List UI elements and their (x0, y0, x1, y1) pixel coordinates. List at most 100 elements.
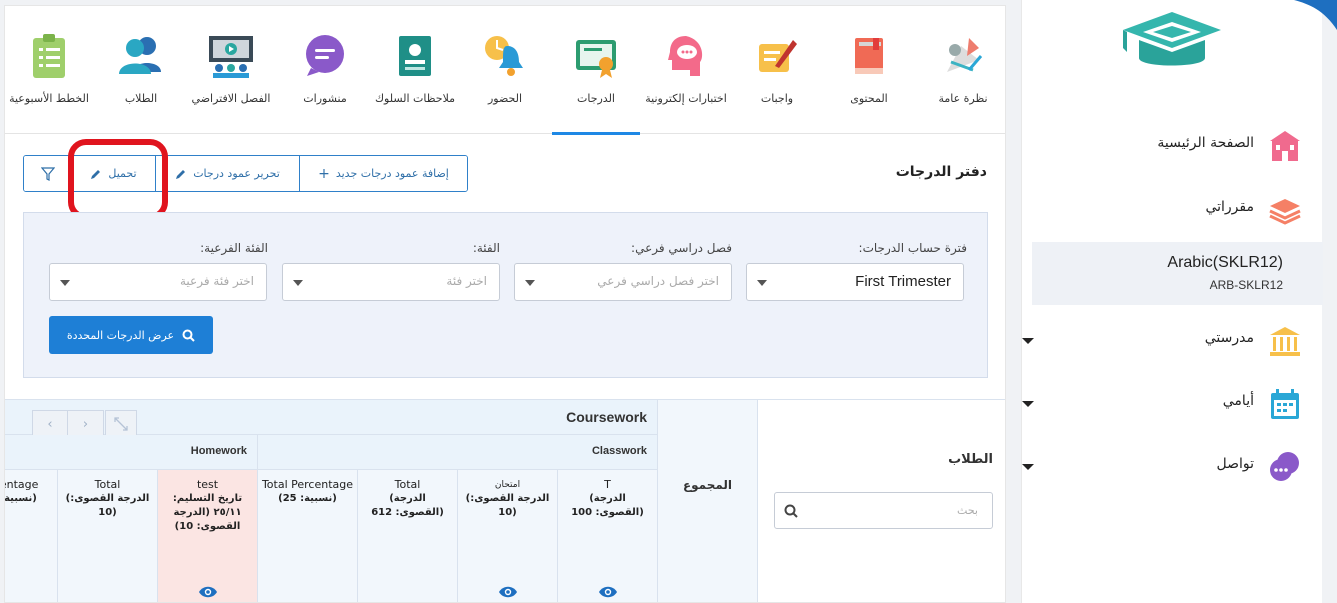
assignment-icon (759, 40, 797, 72)
course-nav: نظرة عامة المحتوى واجبات اختبارات إلكترو… (5, 6, 1005, 135)
grade-column-total-percentage[interactable]: Total Percentage (نسبية: 25) (258, 470, 358, 602)
expand-button[interactable] (105, 410, 137, 438)
subterm-label: فصل دراسي فرعي: (631, 241, 732, 255)
overview-icon (947, 38, 983, 72)
eye-icon[interactable] (598, 585, 618, 599)
subcategory-placeholder: اختر فئة فرعية (180, 274, 254, 288)
caret-down-icon (60, 280, 70, 286)
show-selected-grades-button[interactable]: عرض الدرجات المحددة (49, 316, 213, 354)
quiz-icon (668, 36, 703, 76)
grade-column-t[interactable]: T (الدرجة القصوى: 100) (558, 470, 658, 602)
page-title: دفتر الدرجات (895, 164, 987, 180)
nav-assignments[interactable]: واجبات (733, 6, 821, 134)
eye-icon[interactable] (498, 585, 518, 599)
sidebar-item-home[interactable]: الصفحة الرئيسية (1022, 125, 1302, 165)
course-code: ARB-SKLR12 (1209, 278, 1283, 292)
period-label: فترة حساب الدرجات: (858, 241, 967, 255)
caret-down-icon (1022, 338, 1034, 344)
main-panel: نظرة عامة المحتوى واجبات اختبارات إلكترو… (4, 5, 1006, 603)
nav-behavior[interactable]: ملاحظات السلوك (371, 6, 459, 134)
caret-down-icon (1022, 401, 1034, 407)
nav-posts[interactable]: منشورات (281, 6, 369, 134)
expand-icon (114, 417, 128, 431)
chat-icon (1270, 452, 1299, 481)
nav-grades[interactable]: الدرجات (552, 6, 640, 135)
sidebar-home-label: الصفحة الرئيسية (1157, 135, 1254, 151)
search-placeholder: بحث (957, 504, 978, 517)
active-tab-indicator (552, 132, 640, 135)
sidebar-item-contact[interactable]: تواصل (1022, 446, 1302, 486)
subterm-placeholder: اختر فصل دراسي فرعي (597, 274, 719, 288)
clipboard-icon (33, 34, 65, 78)
sidebar-item-courses[interactable]: مقرراتي (1022, 189, 1302, 229)
subcategory-label: الفئة الفرعية: (200, 241, 268, 255)
course-name: Arabic(SKLR12) (1167, 254, 1283, 271)
classwork-label: Classwork (591, 445, 647, 457)
grade-column-test[interactable]: test تاريخ التسليم: ٢٥/١١ (الدرجة القصوى… (158, 470, 258, 602)
column-title: امتحان (494, 480, 521, 490)
subterm-select[interactable]: اختر فصل دراسي فرعي (514, 263, 732, 301)
period-value: First Trimester (855, 273, 951, 290)
subcategory-select[interactable]: اختر فئة فرعية (49, 263, 267, 301)
nav-weekly-plans[interactable]: الخطط الأسبوعية (5, 6, 93, 134)
nav-label: الطلاب (124, 92, 158, 105)
period-select[interactable]: First Trimester (746, 263, 964, 301)
column-subtitle: (الدرجة القصوى: 10) (65, 493, 150, 518)
column-title: Total (394, 478, 421, 491)
homework-subgroup-header: Homework (5, 435, 258, 470)
search-icon (182, 329, 195, 342)
nav-attendance[interactable]: الحضور (461, 6, 549, 134)
grade-column-total[interactable]: Total (الدرجة القصوى: 612) (358, 470, 458, 602)
coursework-group-header: Coursework ‹ › (5, 400, 658, 438)
nav-overview[interactable]: نظرة عامة (919, 6, 1005, 134)
sidebar-item-my-days[interactable]: أيامي (1022, 383, 1302, 423)
column-subtitle: (الدرجة القصوى: 10) (465, 493, 550, 518)
nav-content[interactable]: المحتوى (825, 6, 913, 134)
column-title: test (196, 478, 219, 491)
sidebar-school-label: مدرستي (1204, 330, 1254, 346)
filter-button[interactable] (24, 156, 71, 191)
stack-layers-icon (1269, 199, 1301, 225)
edit-grade-column-label: تحرير عمود درجات (193, 167, 280, 180)
highlight-annotation (68, 139, 168, 220)
column-title: Total (94, 478, 121, 491)
school-logo (1123, 12, 1221, 66)
column-subtitle: (نسبية: 25) (278, 493, 337, 504)
grades-filter-panel: فترة حساب الدرجات: First Trimester فصل د… (23, 212, 988, 378)
pager-prev-button[interactable]: ‹ (32, 410, 68, 438)
nav-label: منشورات (303, 92, 347, 105)
grade-column-hw-percentage[interactable]: Percentage (نسبية: 75) (5, 470, 58, 602)
nav-students[interactable]: الطلاب (97, 6, 185, 134)
nav-virtual-class[interactable]: الفصل الافتراضي (187, 6, 275, 134)
sidebar-course-item[interactable]: Arabic(SKLR12) ARB-SKLR12 (1032, 242, 1323, 305)
pager-next-button[interactable]: › (68, 410, 104, 438)
student-search-input[interactable]: بحث (774, 492, 993, 529)
filter-icon (40, 166, 55, 181)
total-column: المجموع (658, 400, 758, 602)
column-pager: ‹ › (32, 410, 104, 438)
corner-accent (1294, 0, 1337, 30)
nav-quizzes[interactable]: اختبارات إلكترونية (642, 6, 730, 134)
category-label: الفئة: (472, 241, 500, 255)
add-grade-column-label: إضافة عمود درجات جديد (335, 167, 449, 180)
search-icon (784, 504, 798, 518)
grade-column-hw-total[interactable]: Total (الدرجة القصوى: 10) (58, 470, 158, 602)
plus-icon: + (318, 165, 330, 182)
caret-down-icon (1022, 464, 1034, 470)
school-building-icon (1270, 131, 1300, 161)
grade-column-exam[interactable]: امتحان (الدرجة القصوى: 10) (458, 470, 558, 602)
sidebar-contact-label: تواصل (1216, 456, 1254, 472)
eye-icon[interactable] (198, 585, 218, 599)
category-placeholder: اختر فئة (446, 274, 487, 288)
column-subtitle: (الدرجة القصوى: 100) (571, 493, 644, 518)
add-grade-column-button[interactable]: + إضافة عمود درجات جديد (299, 156, 467, 191)
sidebar-item-my-school[interactable]: مدرستي (1022, 320, 1302, 360)
nav-label: المحتوى (850, 92, 888, 105)
calendar-icon (1271, 389, 1299, 419)
students-header: الطلاب (948, 452, 993, 467)
category-select[interactable]: اختر فئة (282, 263, 500, 301)
edit-grade-column-button[interactable]: تحرير عمود درجات (155, 156, 299, 191)
behavior-notes-icon (399, 36, 431, 76)
pencil-icon (176, 169, 186, 179)
caret-down-icon (757, 280, 767, 286)
